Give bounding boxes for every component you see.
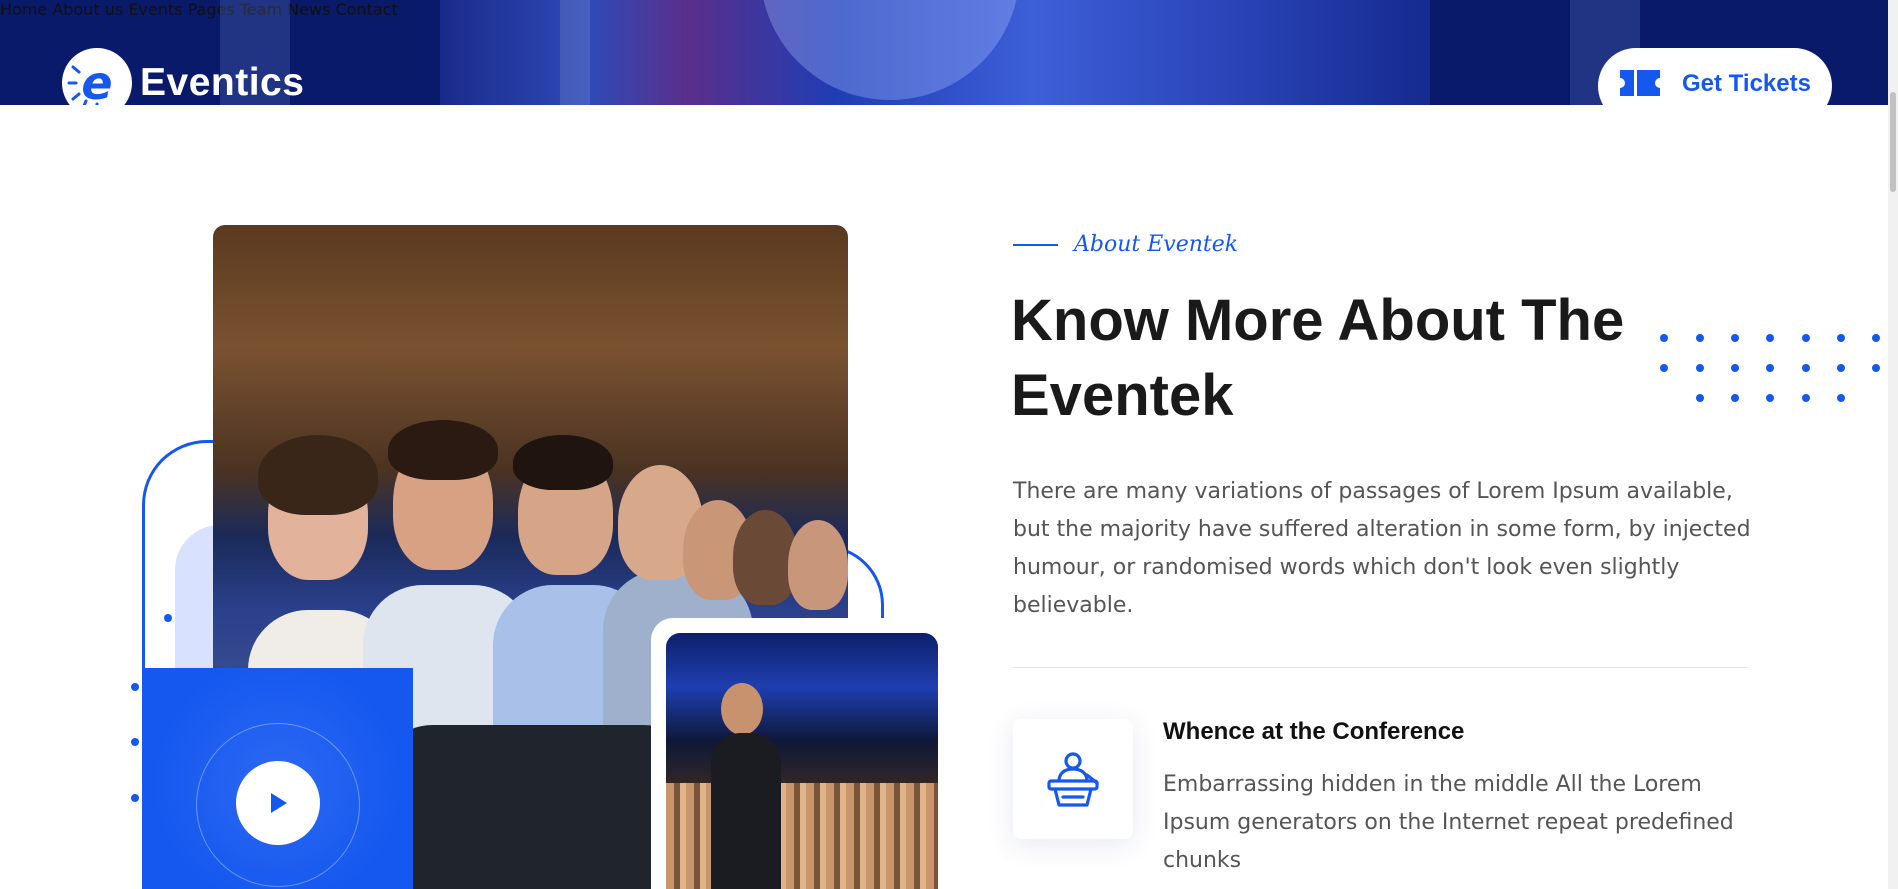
photo-face [788,520,848,610]
video-thumbnail[interactable] [143,668,413,889]
feature-icon-box [1013,719,1133,839]
nav-news[interactable]: News [287,0,330,19]
photo-figure [711,733,781,889]
photo-hair [513,435,613,490]
get-tickets-label: Get Tickets [1682,70,1811,97]
section-description: There are many variations of passages of… [1013,479,1751,618]
nav-home[interactable]: Home [0,0,47,19]
speaker-image [666,633,938,889]
photo-face [721,683,763,735]
section-kicker: About Eventek [1013,232,1238,257]
kicker-line [1013,243,1058,246]
feature-description: Embarrassing hidden in the middle All th… [1163,772,1734,873]
scrollbar[interactable] [1888,0,1898,889]
scrollbar-thumb[interactable] [1890,92,1896,192]
page: e Eventics Home About us Events Pages Te… [0,0,1898,889]
kicker-text: About Eventek [1074,232,1239,257]
ticket-icon [1620,70,1660,96]
section-title: Know More About The Eventek [1011,288,1625,428]
logo-text: Eventics [140,61,305,104]
get-tickets-button[interactable]: Get Tickets [1598,48,1832,105]
nav-about-us[interactable]: About us [52,0,123,19]
logo[interactable]: e Eventics [62,48,304,105]
logo-icon: e [62,48,132,105]
decorative-dot [131,738,139,746]
nav-events[interactable]: Events [128,0,182,19]
photo-hair [388,420,498,480]
site-header: e Eventics Home About us Events Pages Te… [0,0,1898,105]
feature-title: Whence at the Conference [1163,718,1465,745]
photo-hair [258,435,378,515]
header-banner-image [440,0,1430,105]
nav-contact[interactable]: Contact [335,0,397,19]
photo-crowd [666,783,938,889]
play-icon [271,793,287,813]
decorative-dot [131,794,139,802]
decorative-dot [131,683,139,691]
speaker-podium-icon [1047,752,1099,807]
decorative-dot [164,614,172,622]
play-button[interactable] [236,761,320,845]
divider [1013,667,1748,668]
